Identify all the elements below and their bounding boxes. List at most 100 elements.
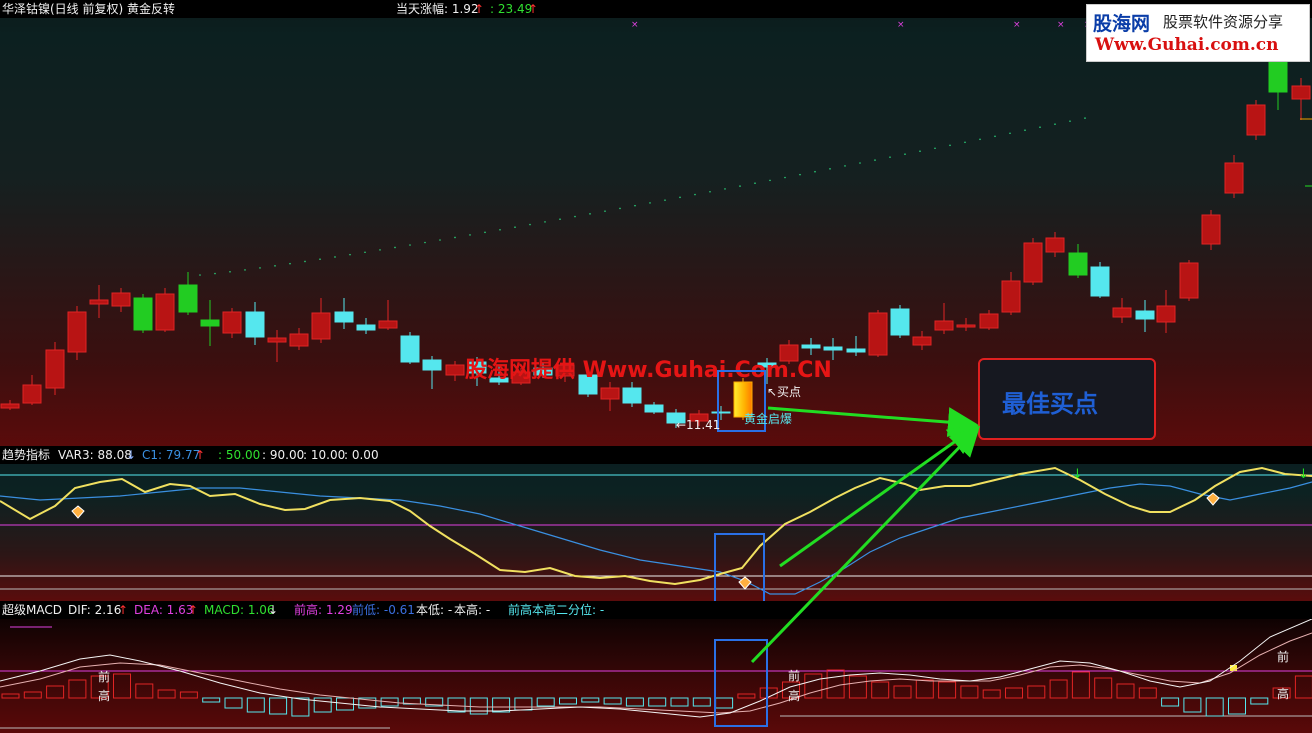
macd-bar (893, 685, 912, 699)
marker-gao-1: 高 (98, 689, 111, 703)
golden-burst-label: 黄金启爆 (744, 412, 793, 426)
candle (956, 318, 976, 331)
candlestick-panel[interactable]: ××××× 华泽钴镍(日线 前复权) 黄金反转 当天涨幅: 1.92 ↑ : 2… (0, 0, 1312, 446)
macd-bar (157, 689, 176, 699)
macd-bar (915, 679, 934, 699)
candle (311, 298, 331, 343)
dea-up-arrow-icon: ↑ (188, 603, 199, 617)
candle (912, 331, 932, 350)
macd-bar (648, 697, 667, 707)
trend-dot (229, 270, 231, 273)
trend-dot (664, 199, 666, 201)
trend-dot (484, 231, 486, 234)
macd-bar (23, 691, 42, 699)
trend-dot (469, 234, 471, 236)
trend-dot (1024, 129, 1026, 132)
candle (267, 330, 287, 362)
macd-bar (1161, 697, 1180, 707)
macd-bar (1, 693, 20, 699)
macd-bar (670, 697, 689, 707)
macd-bar (848, 675, 867, 699)
macd-value: MACD: 1.06 (204, 603, 275, 617)
trend-name: 趋势指标 (2, 448, 51, 462)
macd-bar (514, 697, 533, 711)
trend-dot (649, 202, 651, 204)
candle (1156, 290, 1176, 333)
macd-bar (1205, 697, 1224, 717)
dif-line (0, 618, 1312, 718)
trend-dot (739, 185, 741, 187)
var3-down-arrow-icon: ↓ (126, 448, 137, 462)
macd-prev-low: 前低: -0.61 (352, 603, 415, 617)
macd-bar (1183, 697, 1202, 713)
trend-indicator-panel[interactable]: ↓ ↓ 趋势指标 VAR3: 88.08 ↓ C1: 79.77 ↑ : 50.0… (0, 446, 1312, 601)
trend-level-0: : 0.00 (344, 448, 379, 462)
trend-dot (769, 179, 771, 182)
trend-level-10: : 10.00 (303, 448, 346, 462)
candle (22, 375, 42, 405)
marker-qian-3: 前 (1277, 650, 1290, 664)
macd-bar (1049, 679, 1068, 699)
candle (45, 342, 65, 395)
macd-bar (603, 697, 622, 705)
macd-name: 超级MACD (2, 603, 62, 617)
dif-up-arrow-icon: ↑ (118, 603, 129, 617)
best-buy-callout: 最佳买点 (978, 358, 1156, 440)
trend-dot (244, 269, 246, 271)
macd-bar (1005, 687, 1023, 699)
candle (1001, 272, 1021, 315)
candle (445, 361, 465, 381)
candle (1023, 238, 1043, 285)
trend-dot (844, 165, 846, 167)
trend-dot (349, 253, 351, 256)
trend-dot (1054, 123, 1056, 125)
buy-point-label: ↖买点 (767, 385, 802, 399)
trend-level-90: : 90.00 (262, 448, 305, 462)
trend-dot (859, 162, 861, 164)
trend-dot (709, 190, 711, 193)
candle (67, 306, 87, 360)
candle (289, 328, 309, 350)
rise-up-arrow-icon-2: ↑ (528, 2, 539, 16)
macd-chart[interactable] (0, 601, 1312, 733)
trend-dot (994, 135, 996, 138)
macd-this-low: 本低: - (416, 603, 453, 617)
trend-dot (514, 226, 516, 228)
trend-indicator-chart[interactable]: ↓ ↓ (0, 446, 1312, 601)
trend-dot (814, 170, 816, 173)
candle (1179, 260, 1199, 301)
macd-bar (938, 681, 957, 699)
candle (890, 305, 910, 338)
macd-bar (581, 697, 600, 703)
trend-dot (454, 236, 456, 239)
trend-dot (589, 213, 591, 215)
candle (1090, 262, 1110, 298)
macd-panel[interactable]: 超级MACD DIF: 2.16 ↑ DEA: 1.63 ↑ MACD: 1.0… (0, 601, 1312, 733)
macd-bar (224, 697, 243, 709)
low-price-label: ←11.41 (676, 418, 721, 432)
macd-prev-high: 前高: 1.29 (294, 603, 353, 617)
macd-bar (625, 697, 644, 707)
marker-qian-1: 前 (98, 670, 111, 684)
macd-bar (447, 697, 466, 713)
diamond-signal-icon (1206, 492, 1220, 506)
macd-bar (179, 691, 198, 699)
candle (111, 288, 131, 312)
trend-dot (1039, 126, 1041, 129)
candle (1112, 298, 1132, 323)
macd-this-high: 本高: - (454, 603, 491, 617)
trend-info-bar: 趋势指标 VAR3: 88.08 ↓ C1: 79.77 ↑ : 50.00 :… (0, 446, 1312, 464)
c1-up-arrow-icon: ↑ (195, 448, 206, 462)
trend-dot (679, 196, 681, 199)
macd-bar (1027, 685, 1046, 699)
trend-dot (799, 173, 801, 176)
candle (222, 308, 242, 338)
trend-dot (619, 207, 621, 210)
macd-bar (68, 679, 87, 699)
macd-bar (960, 685, 979, 699)
trend-dot (379, 249, 381, 251)
trend-dot (199, 274, 201, 276)
green-down-arrow-icon: ↓ (1298, 467, 1309, 482)
var3-line (0, 466, 1312, 586)
trend-dot (409, 244, 411, 246)
